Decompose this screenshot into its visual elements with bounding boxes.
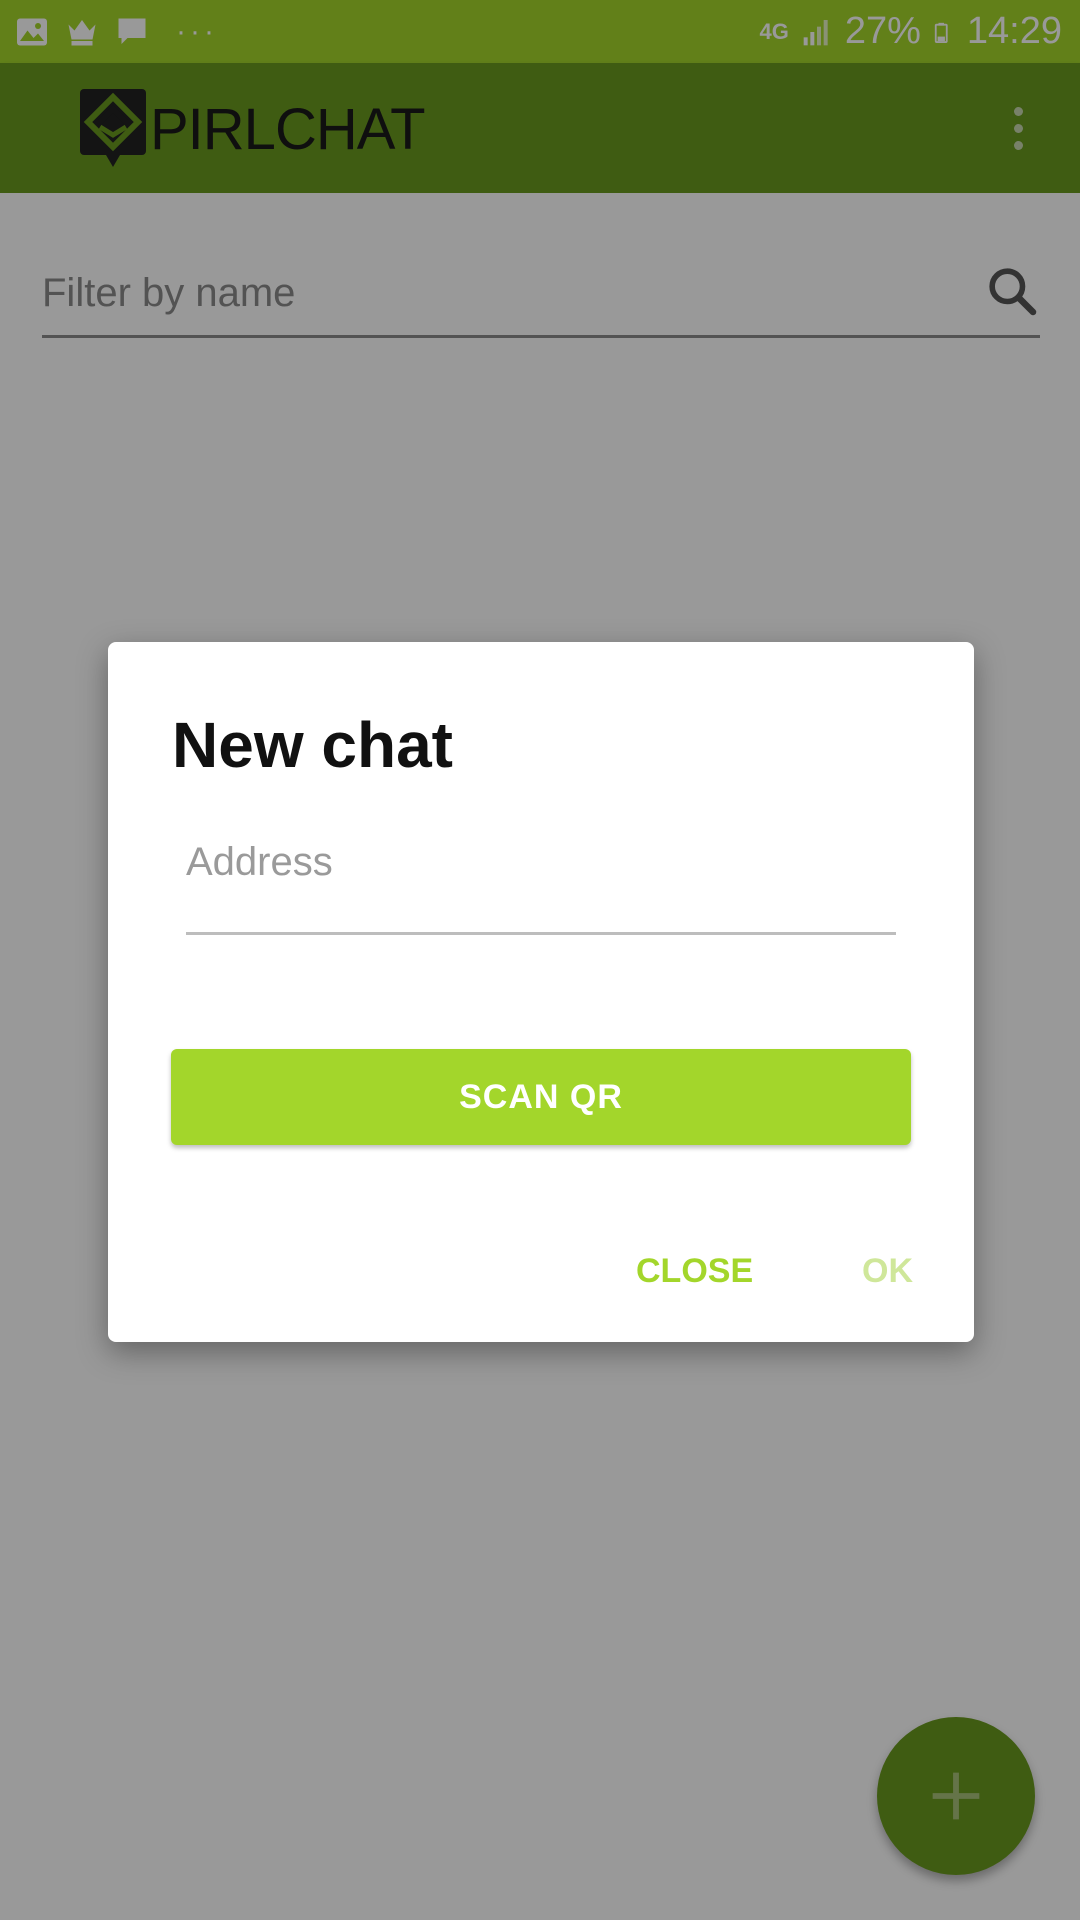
- new-chat-dialog: New chat SCAN QR CLOSE OK: [108, 642, 974, 1342]
- scan-qr-button[interactable]: SCAN QR: [171, 1049, 911, 1145]
- dialog-title: New chat: [172, 709, 453, 781]
- close-button[interactable]: CLOSE: [636, 1252, 753, 1291]
- address-field: [186, 832, 896, 935]
- ok-button[interactable]: OK: [862, 1252, 913, 1291]
- address-input[interactable]: [186, 832, 896, 892]
